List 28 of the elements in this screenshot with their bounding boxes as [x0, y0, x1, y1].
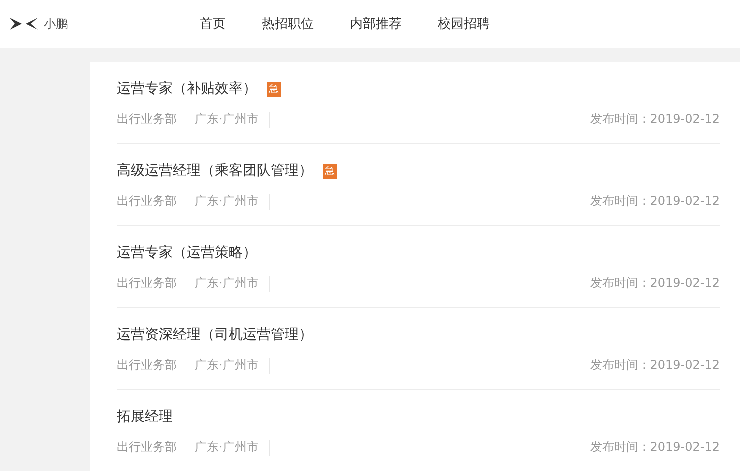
- nav-link[interactable]: 首页: [200, 15, 226, 33]
- nav-link[interactable]: 校园招聘: [438, 15, 490, 33]
- job-title[interactable]: 运营专家（运营策略）: [117, 244, 257, 262]
- publish-date: 发布时间：2019-02-12: [590, 111, 720, 128]
- department-text: 出行业务部: [117, 357, 177, 374]
- publish-date: 发布时间：2019-02-12: [590, 357, 720, 374]
- job-title[interactable]: 运营资深经理（司机运营管理）: [117, 326, 313, 344]
- publish-date: 发布时间：2019-02-12: [590, 275, 720, 292]
- job-title[interactable]: 运营专家（补贴效率）: [117, 80, 257, 98]
- department-text: 出行业务部: [117, 275, 177, 292]
- job-title[interactable]: 拓展经理: [117, 408, 173, 426]
- job-title[interactable]: 高级运营经理（乘客团队管理）: [117, 162, 313, 180]
- department-text: 出行业务部: [117, 439, 177, 456]
- logo-text: 小鹏: [44, 16, 68, 32]
- location-text: 广东·广州市: [195, 111, 259, 128]
- urgent-badge: 急: [267, 82, 281, 96]
- location-text: 广东·广州市: [195, 357, 259, 374]
- department-text: 出行业务部: [117, 111, 177, 128]
- publish-date: 发布时间：2019-02-12: [590, 439, 720, 456]
- nav-link[interactable]: 内部推荐: [350, 15, 402, 33]
- logo-icon: [10, 17, 38, 31]
- location-text: 广东·广州市: [195, 275, 259, 292]
- department-text: 出行业务部: [117, 193, 177, 210]
- location-text: 广东·广州市: [195, 193, 259, 210]
- location-text: 广东·广州市: [195, 439, 259, 456]
- urgent-badge: 急: [323, 164, 337, 178]
- nav-link[interactable]: 热招职位: [262, 15, 314, 33]
- publish-date: 发布时间：2019-02-12: [590, 193, 720, 210]
